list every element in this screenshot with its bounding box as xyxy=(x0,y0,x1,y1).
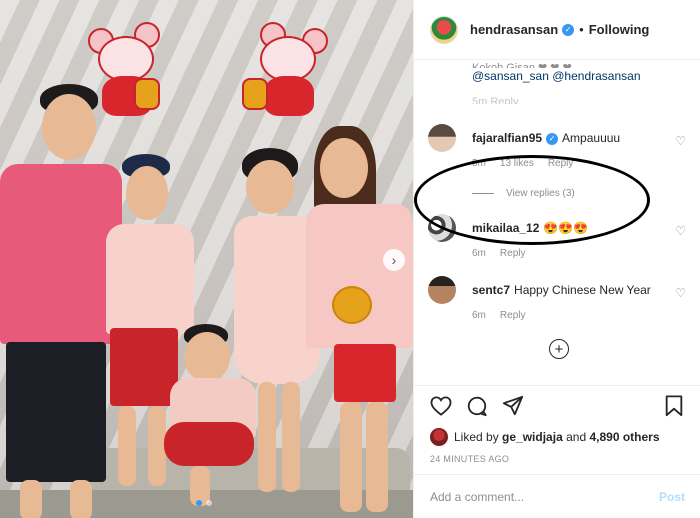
chevron-right-icon: › xyxy=(391,252,397,268)
action-icons-row xyxy=(430,386,685,426)
caption-tail: Kokoh Gisan ❤ ❤ ❤ @sansan_san @hendrasan… xyxy=(472,60,682,84)
comments-list[interactable]: Kokoh Gisan ❤ ❤ ❤ @sansan_san @hendrasan… xyxy=(414,60,700,385)
commenter-username[interactable]: sentc7 xyxy=(472,283,510,297)
following-button[interactable]: Following xyxy=(589,22,650,37)
comment-body: Happy Chinese New Year xyxy=(514,283,651,297)
view-replies-label: View replies (3) xyxy=(506,188,575,199)
comment-text: mikailaa_12 😍😍😍 xyxy=(472,220,667,236)
save-button[interactable] xyxy=(663,395,685,417)
comment-button[interactable] xyxy=(466,395,488,417)
comment-meta: 6m Reply xyxy=(472,310,525,321)
reply-button[interactable]: Reply xyxy=(500,310,526,321)
replies-line xyxy=(472,193,494,194)
comment-age: 6m xyxy=(472,310,486,321)
mouse-decoration-right xyxy=(242,22,328,118)
post-timestamp: 24 MINUTES AGO xyxy=(430,454,510,464)
post-header: hendrasansan ✓ • Following xyxy=(414,0,700,60)
gold-gift xyxy=(332,286,372,324)
view-replies-button[interactable]: View replies (3) xyxy=(472,188,575,199)
person-mother xyxy=(300,126,413,518)
mention-link[interactable]: @hendrasansan xyxy=(552,69,640,83)
commenter-avatar[interactable] xyxy=(428,124,456,152)
share-button[interactable] xyxy=(502,395,524,417)
liker-username[interactable]: ge_widjaja xyxy=(502,430,563,444)
next-photo-button[interactable]: › xyxy=(383,249,405,271)
add-comment-bar: Post xyxy=(414,474,700,518)
commenter-username[interactable]: fajaralfian95 xyxy=(472,131,542,145)
likes-summary: Liked by ge_widjaja and 4,890 others xyxy=(430,426,685,448)
post-actions: Liked by ge_widjaja and 4,890 others 24 … xyxy=(414,385,700,464)
carousel-dot-active xyxy=(196,500,202,506)
comment-icon xyxy=(467,396,487,417)
liker-avatar[interactable] xyxy=(430,428,448,446)
likes-middle: and xyxy=(566,430,587,444)
likes-prefix: Liked by xyxy=(454,430,499,444)
mention-link[interactable]: @sansan_san xyxy=(472,69,549,83)
reply-button[interactable]: Reply xyxy=(500,248,526,259)
carousel-dots xyxy=(196,500,212,506)
caption-clipped-line: Kokoh Gisan ❤ ❤ ❤ xyxy=(472,62,572,68)
post-comment-button[interactable]: Post xyxy=(659,490,685,504)
comment-meta: 5m 13 likes Reply xyxy=(472,158,573,169)
comment-meta: 6m Reply xyxy=(472,248,525,259)
comment-text: sentc7 Happy Chinese New Year xyxy=(472,282,667,298)
caption-meta-clipped: 5m Reply xyxy=(472,96,519,104)
share-icon xyxy=(502,395,524,416)
comment-body: Ampauuuu xyxy=(562,131,621,145)
verified-badge-icon: ✓ xyxy=(546,132,559,145)
like-comment-heart-icon[interactable]: ♡ xyxy=(675,224,686,238)
comment-age: 5m xyxy=(472,158,486,169)
separator-dot: • xyxy=(579,22,584,37)
comment-body: 😍😍😍 xyxy=(543,221,589,235)
likes-others-link[interactable]: 4,890 others xyxy=(589,430,659,444)
author-avatar[interactable] xyxy=(430,15,458,44)
verified-badge-icon: ✓ xyxy=(562,23,575,36)
comment-text: fajaralfian95 ✓ Ampauuuu xyxy=(472,130,667,146)
like-comment-heart-icon[interactable]: ♡ xyxy=(675,286,686,300)
post-photo[interactable]: › xyxy=(0,0,413,518)
author-username[interactable]: hendrasansan xyxy=(470,22,558,37)
commenter-avatar[interactable] xyxy=(428,276,456,304)
comment-age: 6m xyxy=(472,248,486,259)
heart-icon xyxy=(430,396,452,416)
reply-button[interactable]: Reply xyxy=(548,158,574,169)
carousel-dot xyxy=(206,500,212,506)
plus-icon: + xyxy=(554,340,564,358)
like-comment-heart-icon[interactable]: ♡ xyxy=(675,134,686,148)
bookmark-icon xyxy=(665,395,683,417)
load-more-comments-button[interactable]: + xyxy=(549,339,569,359)
commenter-username[interactable]: mikailaa_12 xyxy=(472,221,539,235)
comment-input[interactable] xyxy=(430,489,659,504)
like-button[interactable] xyxy=(430,395,452,417)
post-side-panel: hendrasansan ✓ • Following Kokoh Gisan ❤… xyxy=(413,0,700,518)
commenter-avatar[interactable] xyxy=(428,214,456,242)
comment-likes[interactable]: 13 likes xyxy=(500,158,534,169)
